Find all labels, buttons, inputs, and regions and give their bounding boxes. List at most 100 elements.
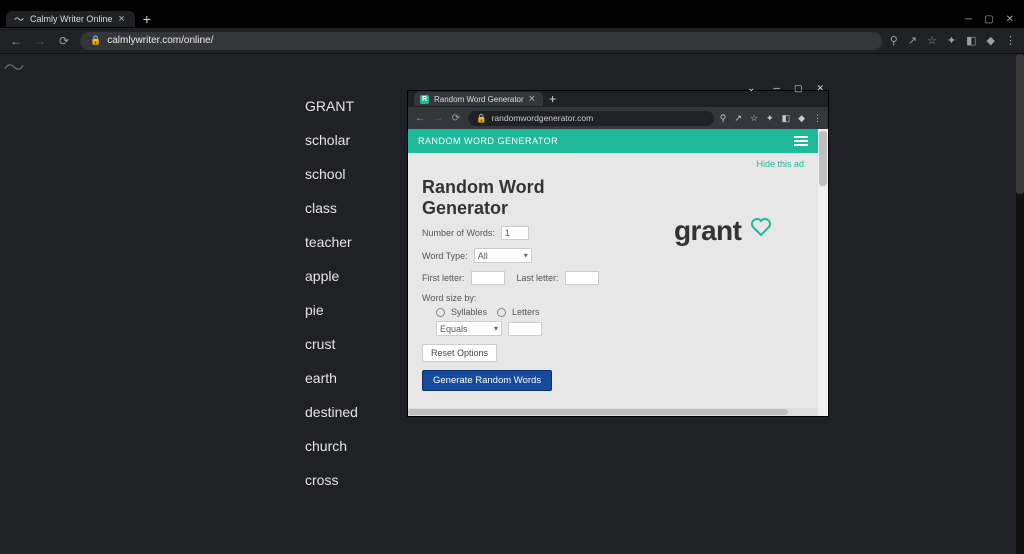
- popup-toolbar-icons: ⚲ ↗ ☆ ✦ ◧ ◆ ⋮: [720, 113, 822, 124]
- maximize-icon[interactable]: ▢: [984, 14, 993, 25]
- row-word-type: Word Type: All: [422, 248, 629, 263]
- popup-share-icon[interactable]: ↗: [734, 113, 742, 124]
- search-icon[interactable]: ⚲: [890, 34, 898, 47]
- input-first-letter[interactable]: [471, 271, 505, 285]
- popup-minimize-icon[interactable]: ─: [774, 83, 780, 94]
- radio-syllables[interactable]: [436, 308, 445, 317]
- minimize-icon[interactable]: ─: [965, 14, 972, 25]
- hide-ad-link[interactable]: Hide this ad: [408, 153, 818, 169]
- label-letters: Letters: [512, 307, 540, 317]
- popup-back-button[interactable]: ←: [414, 113, 426, 124]
- word: crust: [305, 337, 358, 351]
- popup-vscrollbar[interactable]: [818, 129, 828, 416]
- main-area: Random Word Generator Number of Words: 1…: [408, 169, 818, 391]
- kebab-menu-icon[interactable]: ⋮: [1005, 34, 1016, 47]
- popup-new-tab-button[interactable]: +: [543, 92, 562, 106]
- row-letters: First letter: Last letter:: [422, 271, 629, 285]
- close-window-icon[interactable]: ✕: [1006, 14, 1014, 25]
- popup-window: ⌄ ─ ▢ ✕ R Random Word Generator × + ← → …: [408, 91, 828, 416]
- word: church: [305, 439, 358, 453]
- share-icon[interactable]: ↗: [908, 34, 917, 47]
- word: school: [305, 167, 358, 181]
- brand-title[interactable]: RANDOM WORD GENERATOR: [418, 136, 558, 146]
- lock-icon: 🔒: [90, 35, 101, 46]
- popup-maximize-icon[interactable]: ▢: [794, 83, 803, 94]
- popup-search-icon[interactable]: ⚲: [720, 113, 727, 124]
- window-controls: ─ ▢ ✕: [965, 14, 1024, 25]
- os-titlebar: [0, 0, 1024, 10]
- row-word-size-radios: Syllables Letters: [422, 307, 629, 317]
- url-host: calmlywriter.com/online/: [107, 35, 213, 46]
- rwg-favicon: R: [420, 95, 429, 104]
- label-word-type: Word Type:: [422, 251, 468, 261]
- extensions-icon[interactable]: ✦: [947, 34, 956, 47]
- page-content: GRANT scholar school class teacher apple…: [0, 54, 1024, 554]
- calmly-logo-icon[interactable]: [4, 60, 24, 74]
- browser-tab[interactable]: Calmly Writer Online ×: [6, 11, 135, 27]
- select-size-comparator[interactable]: Equals: [436, 321, 502, 336]
- generate-button[interactable]: Generate Random Words: [422, 370, 552, 391]
- label-word-size: Word size by:: [422, 293, 476, 303]
- popup-bookmark-icon[interactable]: ☆: [750, 113, 758, 124]
- popup-tab[interactable]: R Random Word Generator ×: [414, 92, 543, 106]
- reload-button[interactable]: ⟳: [56, 34, 72, 48]
- popup-tabstrip: ⌄ ─ ▢ ✕ R Random Word Generator × +: [408, 91, 828, 107]
- toolbar-icons: ⚲ ↗ ☆ ✦ ◧ ◆ ⋮: [890, 34, 1016, 47]
- popup-close-icon[interactable]: ✕: [816, 83, 824, 94]
- page-heading: Random Word Generator: [422, 177, 629, 218]
- popup-tab-title: Random Word Generator: [434, 95, 524, 104]
- popup-window-controls: ⌄ ─ ▢ ✕: [747, 83, 824, 94]
- page-scrollbar[interactable]: [1016, 54, 1024, 554]
- address-bar[interactable]: 🔒 calmlywriter.com/online/: [80, 32, 882, 50]
- word: cross: [305, 473, 358, 487]
- heading-line2: Generator: [422, 198, 508, 218]
- brand-bar: RANDOM WORD GENERATOR: [408, 129, 818, 153]
- browser-toolbar: ← → ⟳ 🔒 calmlywriter.com/online/ ⚲ ↗ ☆ ✦…: [0, 28, 1024, 54]
- heart-icon[interactable]: [749, 215, 773, 239]
- close-tab-icon[interactable]: ×: [118, 13, 124, 25]
- popup-profile-icon[interactable]: ◆: [798, 113, 805, 124]
- popup-address-bar[interactable]: 🔒 randomwordgenerator.com: [468, 111, 714, 126]
- tab-strip: Calmly Writer Online × + ─ ▢ ✕: [0, 10, 1024, 28]
- puzzle-icon[interactable]: ◧: [966, 34, 976, 47]
- popup-reload-button[interactable]: ⟳: [450, 113, 462, 124]
- url-text: calmlywriter.com/online/: [107, 35, 213, 46]
- label-syllables: Syllables: [451, 307, 487, 317]
- new-tab-button[interactable]: +: [135, 11, 159, 27]
- result-word: grant: [674, 215, 742, 247]
- reset-button[interactable]: Reset Options: [422, 344, 497, 362]
- word: pie: [305, 303, 358, 317]
- input-number-of-words[interactable]: 1: [501, 226, 529, 240]
- label-number-of-words: Number of Words:: [422, 228, 495, 238]
- popup-tab-close-icon[interactable]: ×: [529, 93, 535, 105]
- popup-forward-button[interactable]: →: [432, 113, 444, 124]
- word: apple: [305, 269, 358, 283]
- forward-button[interactable]: →: [32, 34, 48, 48]
- popup-url-text: randomwordgenerator.com: [492, 113, 594, 123]
- popup-vscroll-thumb[interactable]: [819, 131, 827, 186]
- label-last-letter: Last letter:: [517, 273, 559, 283]
- popup-extensions-icon[interactable]: ✦: [766, 113, 774, 124]
- word: destined: [305, 405, 358, 419]
- popup-menu-icon[interactable]: ⋮: [813, 113, 822, 124]
- input-size-value[interactable]: [508, 322, 542, 336]
- input-last-letter[interactable]: [565, 271, 599, 285]
- chevron-down-icon[interactable]: ⌄: [747, 83, 755, 94]
- hamburger-icon[interactable]: [794, 136, 808, 146]
- back-button[interactable]: ←: [8, 34, 24, 48]
- popup-lock-icon: 🔒: [476, 113, 487, 124]
- editor-text[interactable]: GRANT scholar school class teacher apple…: [305, 99, 358, 507]
- label-first-letter: First letter:: [422, 273, 465, 283]
- row-word-size-value: Equals: [422, 321, 629, 336]
- popup-hscrollbar[interactable]: [408, 408, 818, 416]
- profile-icon[interactable]: ◆: [987, 34, 995, 47]
- word: GRANT: [305, 99, 358, 113]
- popup-hscroll-thumb[interactable]: [408, 409, 788, 415]
- select-size-comparator-value: Equals: [440, 324, 468, 334]
- page-scroll-thumb[interactable]: [1016, 54, 1024, 194]
- bookmark-icon[interactable]: ☆: [927, 34, 937, 47]
- word: class: [305, 201, 358, 215]
- select-word-type[interactable]: All: [474, 248, 532, 263]
- radio-letters[interactable]: [497, 308, 506, 317]
- popup-panel-icon[interactable]: ◧: [782, 113, 791, 124]
